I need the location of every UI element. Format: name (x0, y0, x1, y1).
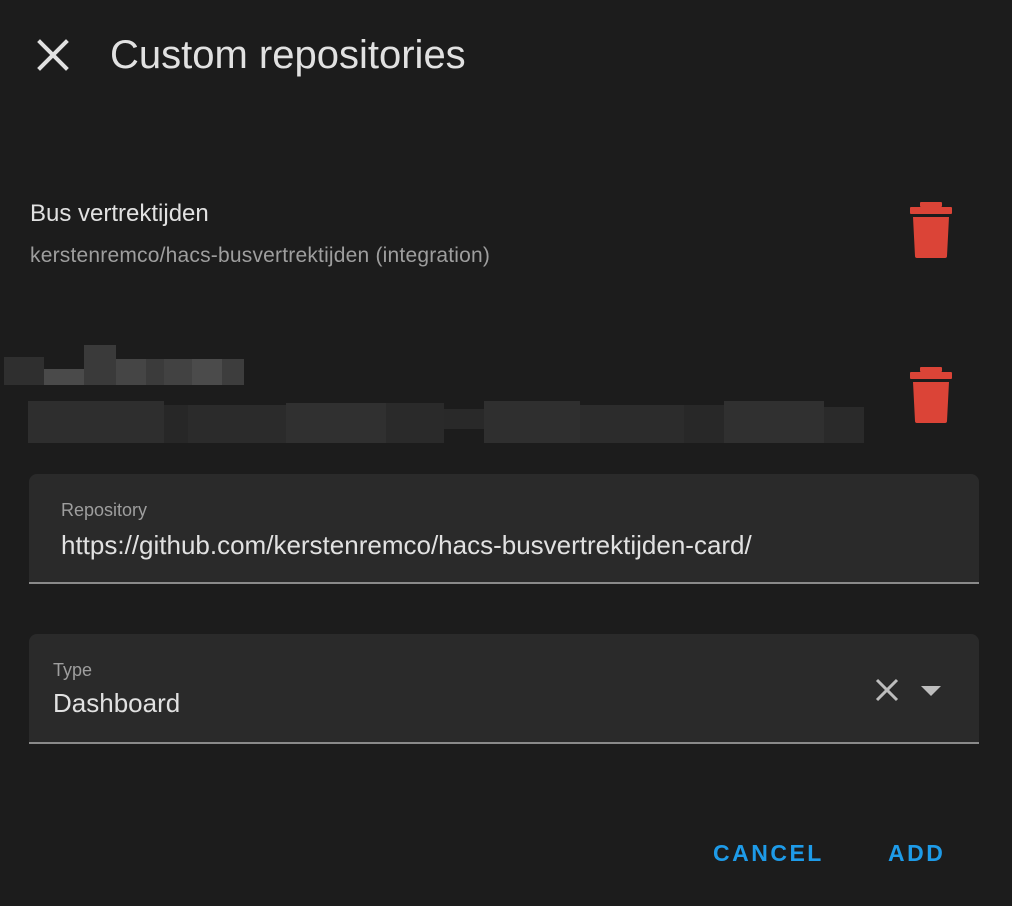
repository-field[interactable]: Repository https://github.com/kerstenrem… (29, 474, 979, 584)
repository-input[interactable]: https://github.com/kerstenremco/hacs-bus… (61, 530, 752, 561)
caret-down-icon[interactable] (917, 678, 945, 702)
dialog-title: Custom repositories (110, 33, 466, 77)
type-field-label: Type (53, 660, 93, 680)
close-icon[interactable] (28, 30, 78, 80)
trash-icon[interactable] (906, 200, 956, 260)
add-button[interactable]: ADD (888, 840, 945, 867)
dialog-header: Custom repositories (0, 0, 1012, 110)
cancel-button[interactable]: CANCEL (713, 840, 824, 867)
repository-field-label: Repository (61, 500, 148, 520)
list-item (0, 345, 1012, 455)
close-icon[interactable] (871, 674, 903, 706)
type-selected-value: Dashboard (53, 688, 181, 718)
repository-subtitle: kerstenremco/hacs-busvertrektijden (inte… (30, 244, 491, 267)
list-item: Bus vertrektijden kerstenremco/hacs-busv… (30, 200, 982, 310)
dialog-actions: CANCEL ADD (0, 830, 1012, 880)
type-select[interactable]: Type Dashboard (29, 634, 979, 744)
repository-name: Bus vertrektijden (30, 200, 209, 227)
trash-icon[interactable] (906, 365, 956, 425)
